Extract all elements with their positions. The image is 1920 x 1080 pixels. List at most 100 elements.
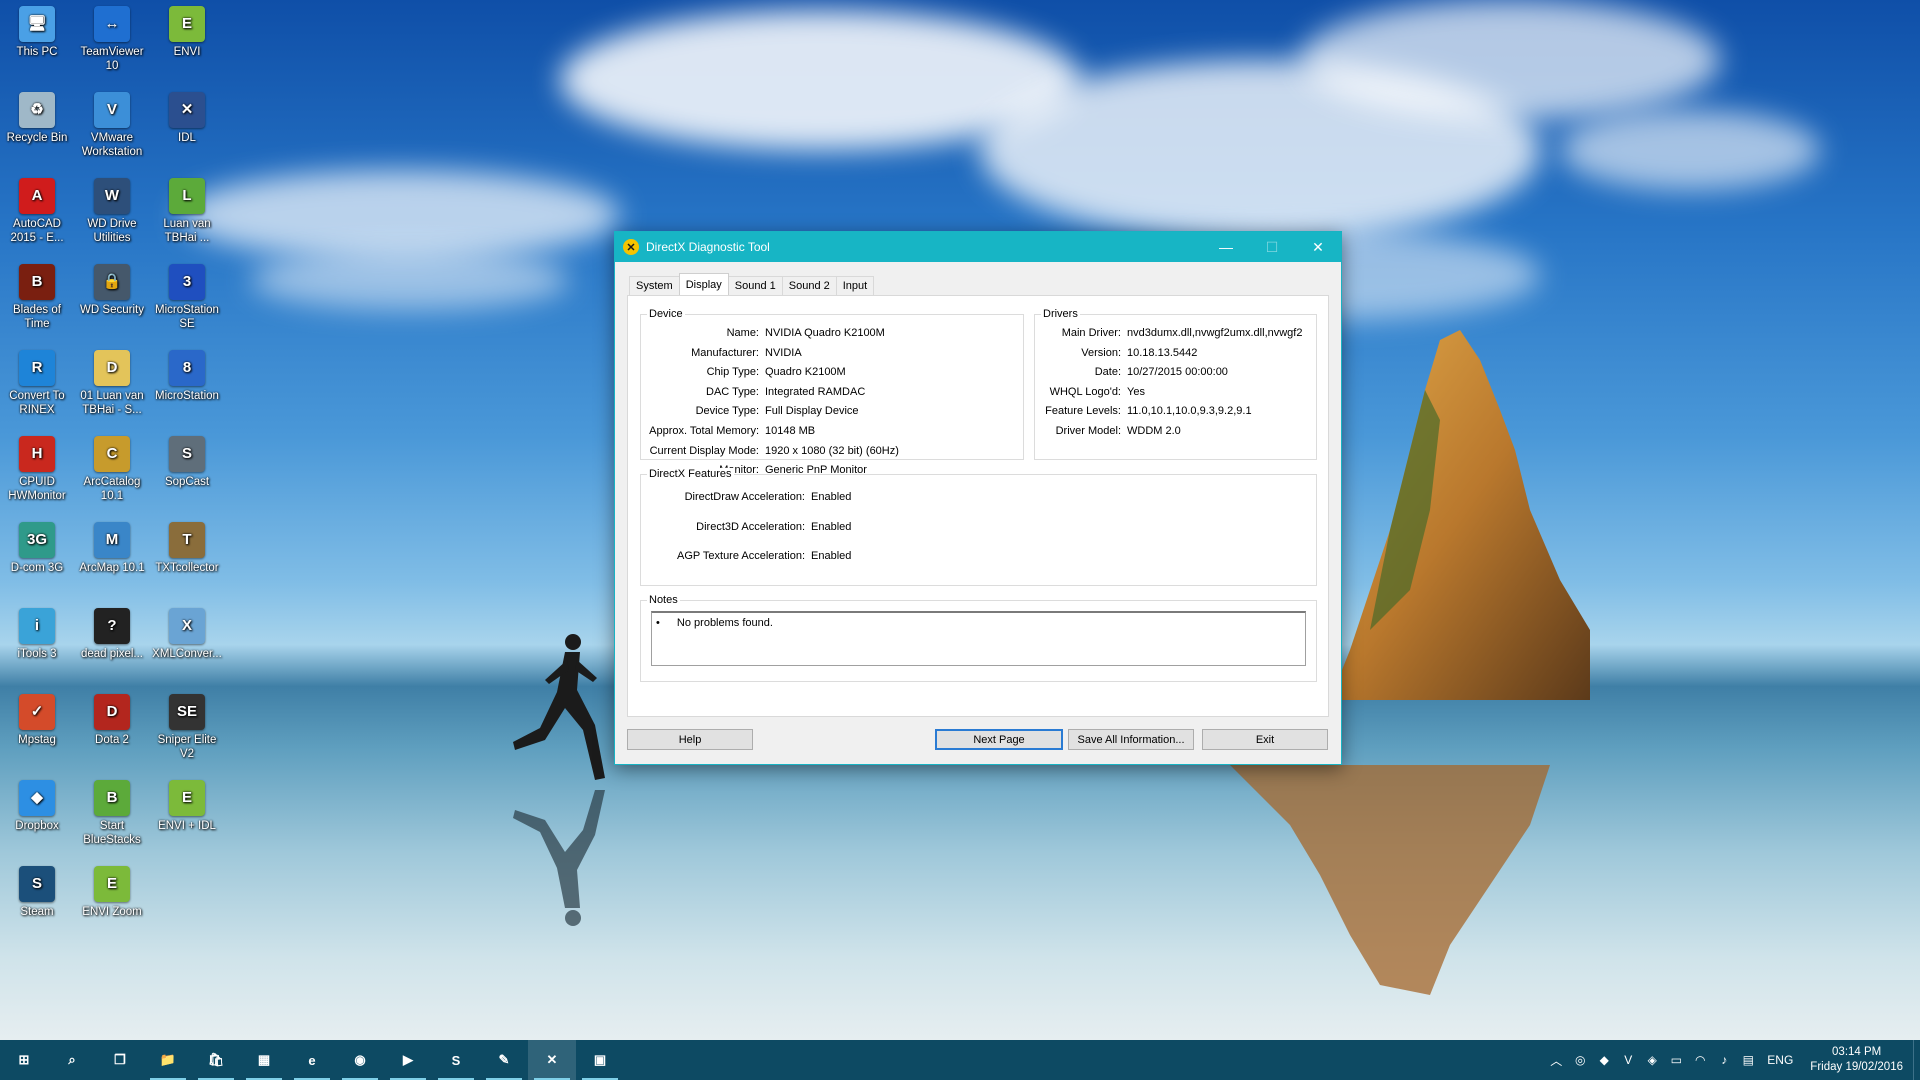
desktop-icon[interactable]: W WD Drive Utilities xyxy=(72,174,152,258)
info-label: Device Type: xyxy=(695,405,759,418)
clock[interactable]: 03:14 PM Friday 19/02/2016 xyxy=(1800,1045,1913,1075)
desktop-icon[interactable]: 🔒 WD Security xyxy=(72,260,152,344)
taskbar-item[interactable]: S xyxy=(432,1040,480,1080)
bluestacks-icon: B xyxy=(94,780,130,816)
desktop-icon[interactable]: S Steam xyxy=(0,862,77,946)
dropbox-icon: ◆ xyxy=(19,780,55,816)
taskbar-item[interactable]: ◉ xyxy=(336,1040,384,1080)
desktop-icon[interactable]: ◆ Dropbox xyxy=(0,776,77,860)
info-row: Chip Type: Quadro K2100M xyxy=(641,366,846,378)
info-row: WHQL Logo'd: Yes xyxy=(1035,386,1145,398)
taskbar-item[interactable]: ✎ xyxy=(480,1040,528,1080)
desktop-icon[interactable]: E ENVI xyxy=(147,2,227,86)
desktop-icon[interactable]: S SopCast xyxy=(147,432,227,516)
maximize-button[interactable]: ☐ xyxy=(1249,232,1295,262)
tray-icons: ︿ ◎ ◆ V ◈ ▭ ◠ ♪ ▤ xyxy=(1544,1040,1760,1080)
desktop-icon[interactable]: ? dead pixel... xyxy=(72,604,152,688)
taskbar-item[interactable]: ▶ xyxy=(384,1040,432,1080)
desktop-icon[interactable]: SE Sniper Elite V2 xyxy=(147,690,227,774)
info-label: Approx. Total Memory: xyxy=(649,425,759,437)
wifi-icon[interactable]: ◠ xyxy=(1688,1040,1712,1080)
next-page-button[interactable]: Next Page xyxy=(935,729,1063,750)
desktop-icon[interactable]: B Start BlueStacks xyxy=(72,776,152,860)
desktop-icon[interactable]: M ArcMap 10.1 xyxy=(72,518,152,602)
document-icon: D xyxy=(94,350,130,386)
show-desktop-button[interactable] xyxy=(1913,1040,1920,1080)
taskbar-item[interactable]: ⌕ xyxy=(48,1040,96,1080)
notes-textbox[interactable]: • No problems found. xyxy=(651,611,1306,666)
desktop-icon[interactable]: B Blades of Time xyxy=(0,260,77,344)
desktop-icon[interactable]: ✓ Mpstag xyxy=(0,690,77,774)
desktop-icon[interactable]: 3 MicroStation SE xyxy=(147,260,227,344)
tab-display[interactable]: Display xyxy=(678,273,729,295)
convert-rinex-icon: R xyxy=(19,350,55,386)
battery-icon[interactable]: ▭ xyxy=(1664,1040,1688,1080)
info-row: Version: 10.18.13.5442 xyxy=(1035,347,1197,359)
taskbar-item[interactable]: 🛍 xyxy=(192,1040,240,1080)
info-row: DirectDraw Acceleration: Enabled xyxy=(641,491,852,503)
desktop-icon[interactable]: ✕ IDL xyxy=(147,88,227,172)
close-button[interactable]: ✕ xyxy=(1295,232,1341,262)
help-button[interactable]: Help xyxy=(627,729,753,750)
info-row: Approx. Total Memory: 10148 MB xyxy=(641,425,815,437)
desktop-icon[interactable]: ♻ Recycle Bin xyxy=(0,88,77,172)
message-icon[interactable]: ▤ xyxy=(1736,1040,1760,1080)
taskbar-item[interactable]: ✕ xyxy=(528,1040,576,1080)
save-all-information-button[interactable]: Save All Information... xyxy=(1068,729,1194,750)
desktop-icon-label: ENVI Zoom xyxy=(82,906,142,918)
desktop-icon[interactable]: ↔ TeamViewer 10 xyxy=(72,2,152,86)
chevron-up-icon[interactable]: ︿ xyxy=(1544,1040,1568,1080)
input-language[interactable]: ENG xyxy=(1760,1040,1800,1080)
desktop-icon[interactable]: E ENVI + IDL xyxy=(147,776,227,860)
info-label: Version: xyxy=(1081,346,1121,359)
desktop-icon[interactable]: i iTools 3 xyxy=(0,604,77,688)
dropbox-tray-icon[interactable]: ◆ xyxy=(1592,1040,1616,1080)
volume-icon[interactable]: ♪ xyxy=(1712,1040,1736,1080)
info-row: AGP Texture Acceleration: Enabled xyxy=(641,550,851,562)
minimize-button[interactable]: — xyxy=(1203,232,1249,262)
arccatalog-icon: C xyxy=(94,436,130,472)
tab-system[interactable]: System xyxy=(629,276,680,295)
tab-input[interactable]: Input xyxy=(835,276,875,295)
device-group: Device Name: NVIDIA Quadro K2100M Manufact… xyxy=(640,308,1024,476)
desktop-icon[interactable]: T TXTcollector xyxy=(147,518,227,602)
steam-tray-icon[interactable]: ◎ xyxy=(1568,1040,1592,1080)
desktop-icon[interactable]: 8 MicroStation xyxy=(147,346,227,430)
desktop-icon[interactable]: 3G D-com 3G xyxy=(0,518,77,602)
desktop-icon[interactable]: 🖥 This PC xyxy=(0,2,77,86)
info-value: Integrated RAMDAC xyxy=(765,385,866,398)
taskbar-item[interactable]: e xyxy=(288,1040,336,1080)
info-row: Driver Model: WDDM 2.0 xyxy=(1035,425,1181,437)
info-label: Feature Levels: xyxy=(1045,405,1121,418)
desktop-icon-label: Dropbox xyxy=(15,820,59,832)
desktop-icon[interactable]: C ArcCatalog 10.1 xyxy=(72,432,152,516)
desktop-icon[interactable]: D 01 Luan van TBHai - S... xyxy=(72,346,152,430)
desktop-icon[interactable]: D Dota 2 xyxy=(72,690,152,774)
desktop-icon-label: Blades of Time xyxy=(13,304,61,330)
taskbar-item[interactable]: 📁 xyxy=(144,1040,192,1080)
info-value: NVIDIA xyxy=(765,346,802,359)
runner-reflection xyxy=(513,790,605,926)
taskbar-item[interactable]: ⊞ xyxy=(0,1040,48,1080)
desktop-icon[interactable]: L Luan van TBHai ... xyxy=(147,174,227,258)
tab-sound-2[interactable]: Sound 2 xyxy=(781,276,837,295)
info-value: 1920 x 1080 (32 bit) (60Hz) xyxy=(765,444,899,457)
microstation-se-icon: 3 xyxy=(169,264,205,300)
window-titlebar[interactable]: ✕ DirectX Diagnostic Tool — ☐ ✕ xyxy=(615,232,1341,262)
desktop-icon[interactable]: A AutoCAD 2015 - E... xyxy=(0,174,77,258)
vivaldi-tray-icon[interactable]: V xyxy=(1616,1040,1640,1080)
tab-sound-1[interactable]: Sound 1 xyxy=(727,276,783,295)
info-label: Manufacturer: xyxy=(691,346,759,359)
desktop-icon[interactable]: R Convert To RINEX xyxy=(0,346,77,430)
desktop-icon[interactable]: X XMLConver... xyxy=(147,604,227,688)
desktop-icon-label: ArcCatalog 10.1 xyxy=(83,476,141,502)
taskbar-item[interactable]: ❐ xyxy=(96,1040,144,1080)
desktop-icon[interactable]: E ENVI Zoom xyxy=(72,862,152,946)
exit-button[interactable]: Exit xyxy=(1202,729,1328,750)
taskbar-item[interactable]: ▦ xyxy=(240,1040,288,1080)
desktop-icon[interactable]: H CPUID HWMonitor xyxy=(0,432,77,516)
desktop-icon[interactable]: V VMware Workstation xyxy=(72,88,152,172)
shield-tray-icon[interactable]: ◈ xyxy=(1640,1040,1664,1080)
taskbar-item[interactable]: ▣ xyxy=(576,1040,624,1080)
sopcast-icon: S xyxy=(169,436,205,472)
